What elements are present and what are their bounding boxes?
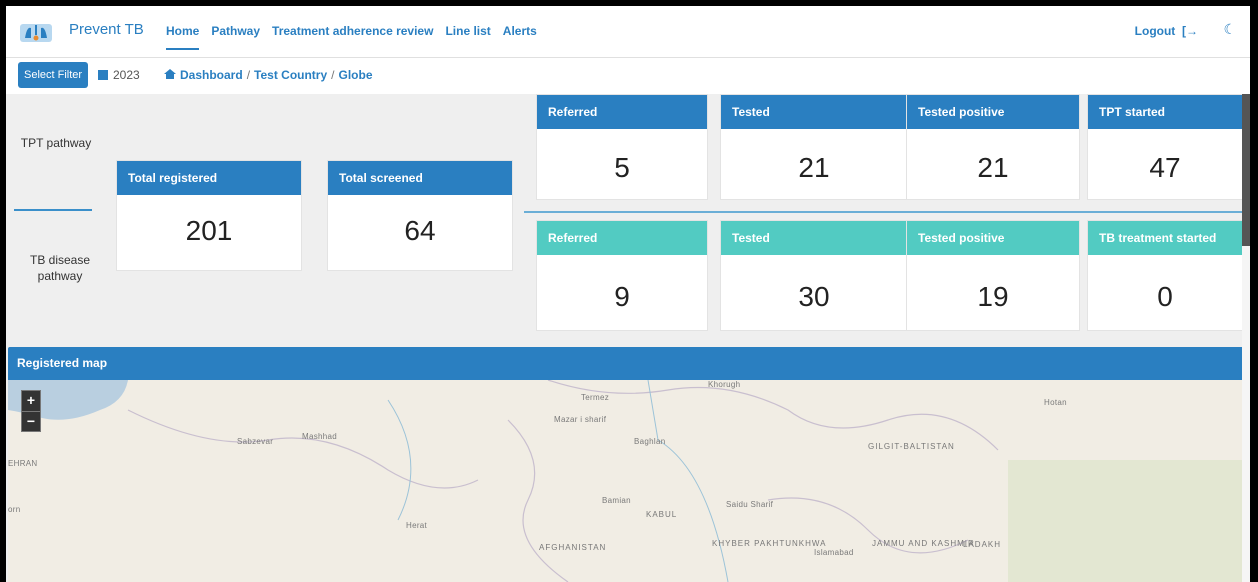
map-label: LADAKH	[963, 540, 1002, 549]
registered-map-title: Registered map	[8, 347, 1245, 380]
zoom-in-button[interactable]: +	[22, 391, 40, 411]
breadcrumb-separator: /	[246, 68, 251, 82]
map-label: JAMMU AND KASHMIR	[872, 539, 975, 548]
tb-tested-positive-card: Tested positive 19	[906, 220, 1080, 331]
card-title: Referred	[537, 221, 707, 255]
tb-pathway-label: TB disease pathway	[29, 253, 91, 283]
card-title: TB treatment started	[1088, 221, 1242, 255]
map-label: Termez	[581, 393, 610, 402]
card-value: 0	[1157, 281, 1173, 312]
map-label: orn	[8, 505, 21, 514]
tpt-tested-positive-card: Tested positive 21	[906, 94, 1080, 200]
brand-name[interactable]: Prevent TB	[69, 21, 144, 38]
card-value: 19	[977, 281, 1009, 312]
breadcrumb: Dashboard / Test Country / Globe	[164, 68, 373, 82]
card-value: 64	[404, 215, 436, 246]
map-label: Khorugh	[708, 380, 741, 389]
filter-breadcrumb-bar: Select Filter 2023 Dashboard / Test Countr…	[6, 58, 1250, 94]
total-registered-card: Total registered 201	[116, 160, 302, 271]
map-label: KABUL	[646, 510, 678, 519]
breadcrumb-globe[interactable]: Globe	[339, 68, 373, 82]
nav-line-list[interactable]: Line list	[445, 24, 490, 50]
map-zoom-control: + −	[21, 390, 41, 432]
card-title: Referred	[537, 95, 707, 129]
main-nav: Home Pathway Treatment adherence review …	[166, 24, 537, 50]
map-label: KHYBER PAKHTUNKHWA	[712, 539, 827, 548]
app-frame: Prevent TB Home Pathway Treatment adhere…	[6, 6, 1250, 582]
card-value: 9	[614, 281, 630, 312]
zoom-out-button[interactable]: −	[22, 411, 40, 431]
tpt-referred-card: Referred 5	[536, 94, 708, 200]
registered-map[interactable]: + − Termez Khorugh Mazar i sharif Hotan …	[8, 380, 1245, 582]
map-label: Bamian	[602, 496, 631, 505]
card-title: Total registered	[117, 161, 301, 195]
nav-treatment-adherence-review[interactable]: Treatment adherence review	[272, 24, 433, 50]
year-indicator: 2023	[98, 68, 140, 82]
map-label: Hotan	[1044, 398, 1067, 407]
card-title: Total screened	[328, 161, 512, 195]
card-value: 201	[185, 215, 233, 246]
tb-tested-card: Tested 30	[720, 220, 908, 331]
card-title: TPT started	[1088, 95, 1242, 129]
map-label: Islamabad	[814, 548, 854, 557]
map-label: Herat	[406, 521, 428, 530]
map-label: Saidu Sharif	[726, 500, 774, 509]
card-title: Tested positive	[907, 221, 1079, 255]
card-value: 5	[614, 152, 630, 183]
logout-button[interactable]: Logout [→	[1135, 24, 1198, 38]
map-label: GILGIT-BALTISTAN	[868, 442, 955, 451]
logout-icon: [→	[1178, 24, 1198, 38]
nav-pathway[interactable]: Pathway	[211, 24, 260, 50]
map-label: AFGHANISTAN	[539, 543, 607, 552]
card-value: 47	[1149, 152, 1181, 183]
prevent-tb-logo[interactable]	[20, 20, 52, 44]
card-value: 21	[798, 152, 830, 183]
pathway-divider	[524, 211, 1250, 213]
breadcrumb-separator: /	[331, 68, 335, 82]
card-title: Tested	[721, 221, 907, 255]
map-label: Mashhad	[302, 432, 338, 441]
card-value: 21	[977, 152, 1009, 183]
year-value: 2023	[113, 68, 140, 82]
card-title: Tested	[721, 95, 907, 129]
card-title: Tested positive	[907, 95, 1079, 129]
tb-treatment-started-card: TB treatment started 0	[1087, 220, 1243, 331]
home-icon	[164, 69, 176, 79]
map-tiles	[8, 380, 1245, 582]
tpt-tested-card: Tested 21	[720, 94, 908, 200]
map-label: EHRAN	[8, 459, 38, 468]
select-filter-button[interactable]: Select Filter	[18, 62, 89, 88]
tb-referred-card: Referred 9	[536, 220, 708, 331]
tpt-started-card: TPT started 47	[1087, 94, 1243, 200]
calendar-icon	[98, 70, 108, 80]
logout-label: Logout	[1134, 24, 1176, 38]
tpt-pathway-label: TPT pathway	[20, 136, 92, 150]
breadcrumb-country[interactable]: Test Country	[254, 68, 327, 82]
card-value: 30	[798, 281, 830, 312]
dark-mode-toggle-icon[interactable]: ☾	[1223, 21, 1236, 38]
total-screened-card: Total screened 64	[327, 160, 513, 271]
top-navbar: Prevent TB Home Pathway Treatment adhere…	[6, 6, 1250, 58]
breadcrumb-dashboard[interactable]: Dashboard	[180, 68, 243, 82]
map-label: Mazar i sharif	[554, 415, 607, 424]
nav-alerts[interactable]: Alerts	[503, 24, 537, 50]
page-scrollbar-thumb[interactable]	[1242, 94, 1250, 246]
map-label: Baghlan	[634, 437, 666, 446]
pathway-divider	[14, 209, 92, 211]
map-label: Sabzevar	[237, 437, 274, 446]
nav-home[interactable]: Home	[166, 24, 200, 50]
